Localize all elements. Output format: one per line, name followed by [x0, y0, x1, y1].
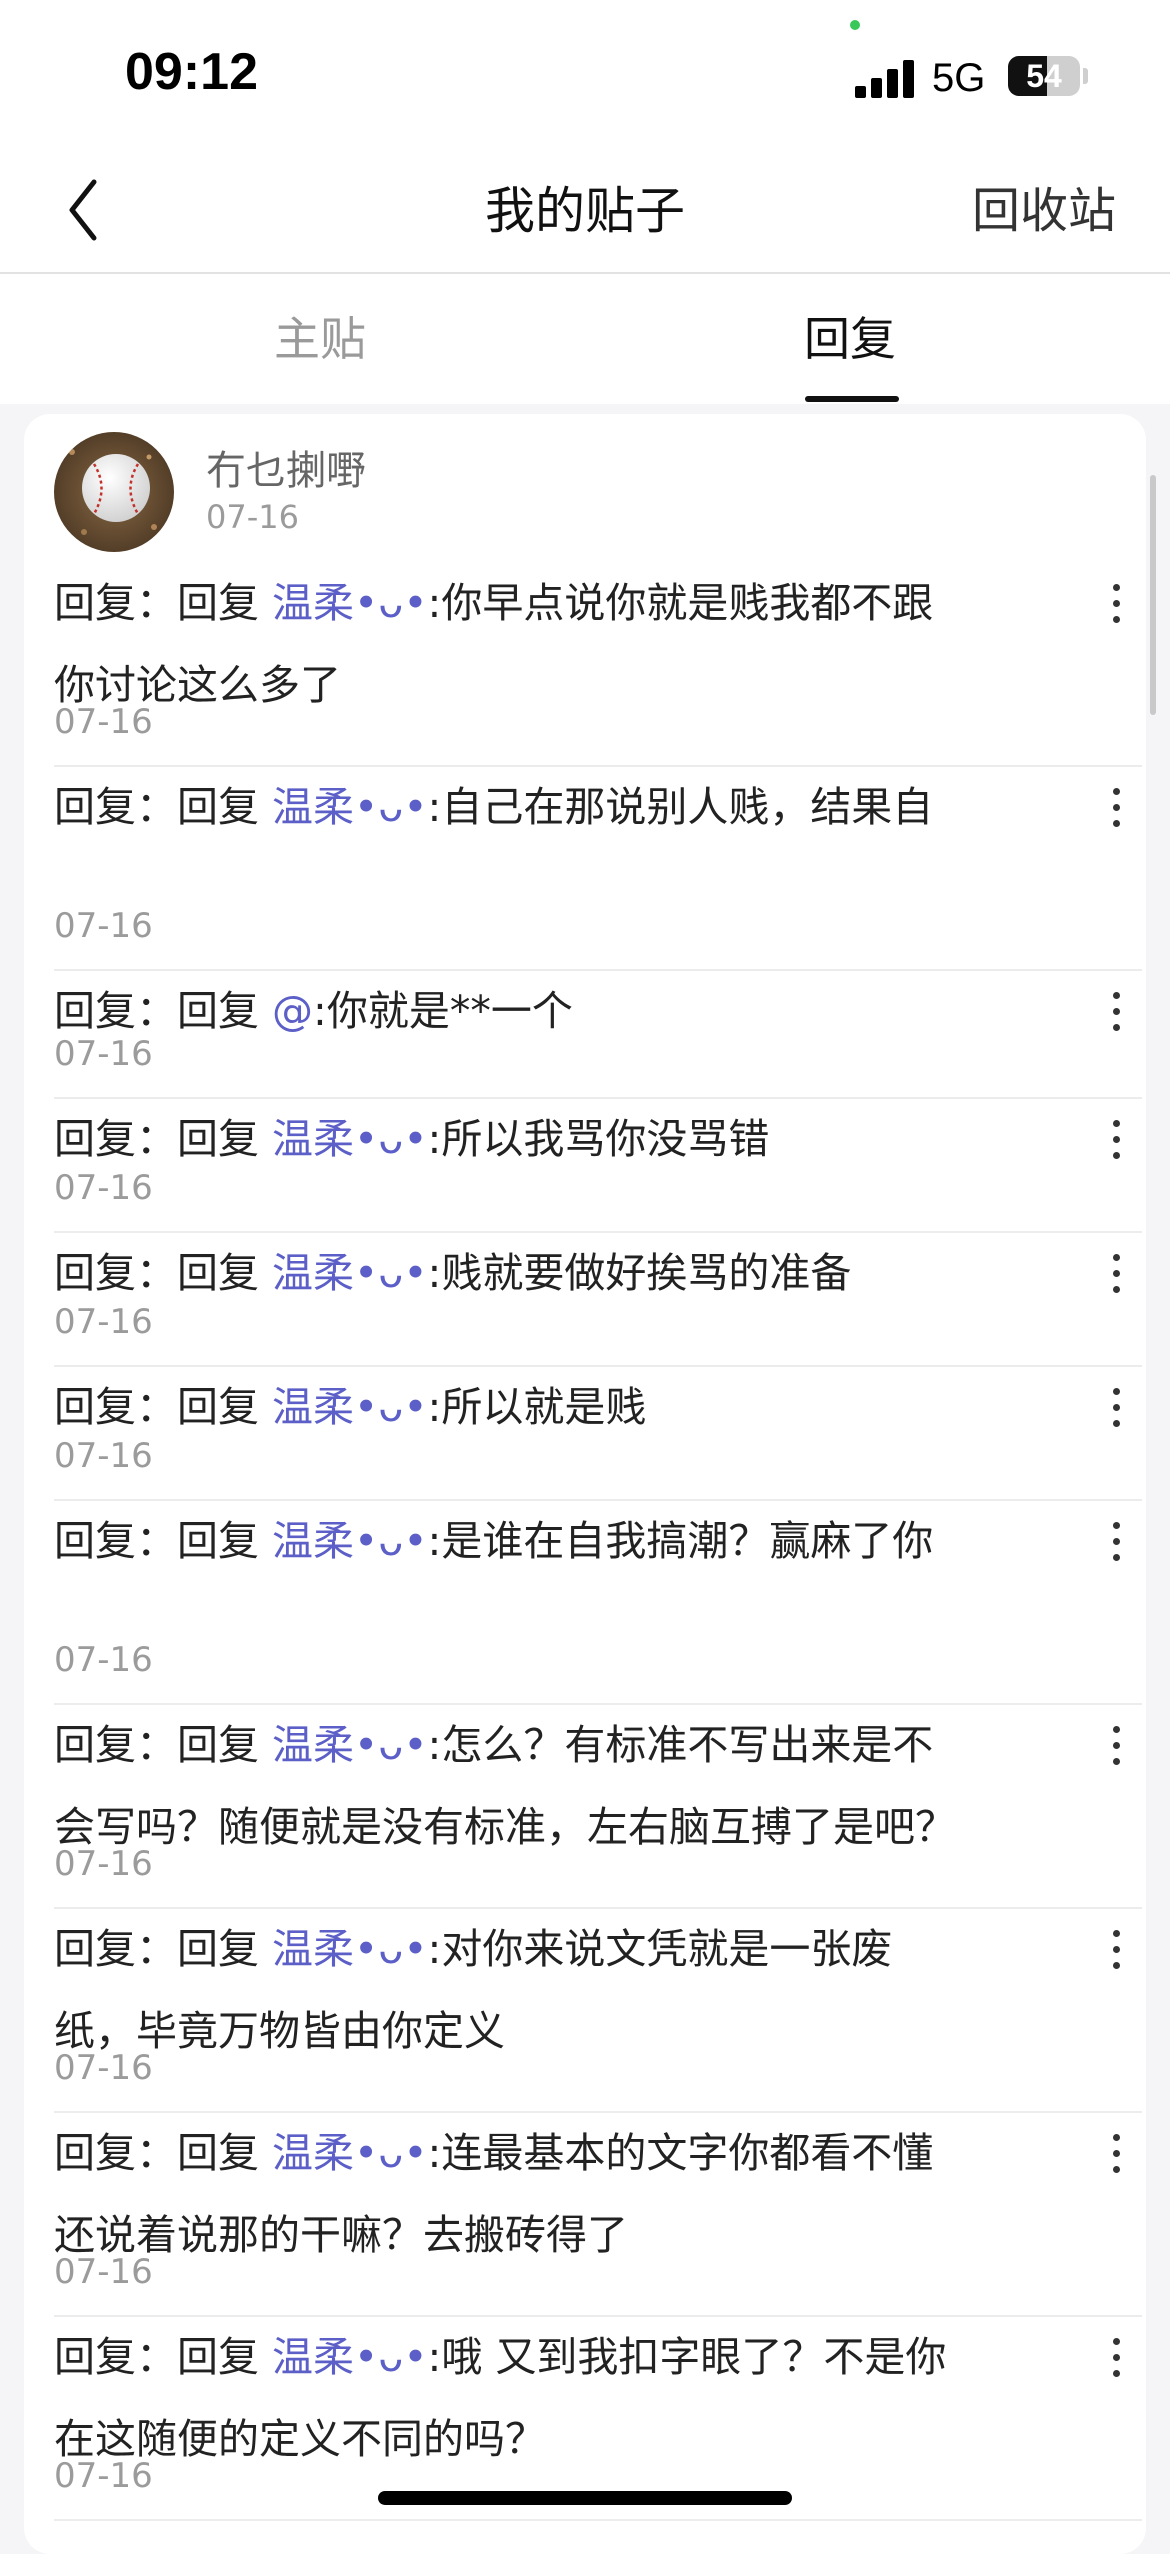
more-vertical-icon[interactable]: [1108, 1254, 1124, 1310]
reply-mention[interactable]: 温柔•ᴗ•: [272, 1721, 427, 1769]
more-vertical-icon[interactable]: [1108, 1930, 1124, 1986]
more-vertical-icon[interactable]: [1108, 1726, 1124, 1782]
reply-date: 07-16: [54, 702, 153, 742]
reply-item[interactable]: 回复：回复 温柔•ᴗ•:是谁在自我搞潮？赢麻了你 07-16: [54, 1500, 1142, 1704]
reply-mention[interactable]: 温柔•ᴗ•: [272, 1517, 427, 1565]
more-vertical-icon[interactable]: [1108, 1388, 1124, 1444]
reply-content: :所以我骂你没骂错: [427, 1115, 770, 1163]
battery-icon: 54: [1008, 56, 1080, 96]
reply-item[interactable]: 回复：回复 温柔•ᴗ•:所以我骂你没骂错 07-16: [54, 1098, 1142, 1232]
reply-prefix: 回复：回复: [54, 1721, 273, 1769]
reply-date: 07-16: [54, 1640, 153, 1680]
reply-prefix: 回复：回复: [54, 2129, 273, 2177]
scrollbar[interactable]: [1150, 475, 1156, 715]
reply-text: 回复：回复 温柔•ᴗ•:怎么？有标准不写出来是不会写吗？随便就是没有标准，左右脑…: [54, 1704, 974, 1868]
status-bar: 09:12 5G 54: [0, 0, 1170, 150]
reply-mention[interactable]: 温柔•ᴗ•: [272, 1115, 427, 1163]
more-vertical-icon[interactable]: [1108, 584, 1124, 640]
reply-mention[interactable]: 温柔•ᴗ•: [272, 2333, 427, 2381]
reply-prefix: 回复：回复: [54, 579, 273, 627]
reply-text: 回复：回复 温柔•ᴗ•:贱就要做好挨骂的准备: [54, 1232, 974, 1314]
reply-content: :自己在那说别人贱，结果自: [427, 783, 934, 831]
more-vertical-icon[interactable]: [1108, 2338, 1124, 2394]
tab-bar: 主贴 回复: [0, 274, 1170, 404]
reply-text: 回复：回复 温柔•ᴗ•:你早点说你就是贱我都不跟你讨论这么多了: [54, 562, 974, 726]
more-vertical-icon[interactable]: [1108, 2134, 1124, 2190]
reply-prefix: 回复：回复: [54, 2333, 273, 2381]
reply-text: 回复：回复 温柔•ᴗ•:所以我骂你没骂错: [54, 1098, 974, 1180]
reply-text: 回复：回复 温柔•ᴗ•:是谁在自我搞潮？赢麻了你: [54, 1500, 974, 1582]
reply-text: 回复：回复 温柔•ᴗ•:所以就是贱: [54, 1366, 974, 1448]
reply-item[interactable]: 回复：回复 温柔•ᴗ•:怎么？有标准不写出来是不会写吗？随便就是没有标准，左右脑…: [54, 1704, 1142, 1908]
reply-text: 回复：回复 @:你就是**一个: [54, 970, 974, 1052]
reply-mention[interactable]: 温柔•ᴗ•: [272, 1249, 427, 1297]
reply-prefix: 回复：回复: [54, 1115, 273, 1163]
active-tab-indicator: [805, 396, 899, 402]
reply-item[interactable]: 回复：回复 温柔•ᴗ•:你早点说你就是贱我都不跟你讨论这么多了 07-16: [54, 562, 1142, 766]
reply-prefix: 回复：回复: [54, 1383, 273, 1431]
reply-content: :所以就是贱: [427, 1383, 647, 1431]
more-vertical-icon[interactable]: [1108, 1120, 1124, 1176]
reply-prefix: 回复：回复: [54, 1249, 273, 1297]
reply-item[interactable]: 回复：回复 温柔•ᴗ•:连最基本的文字你都看不懂还说着说那的干嘛？去搬砖得了 07…: [54, 2112, 1142, 2316]
signal-icon: [855, 58, 917, 98]
author-date: 07-16: [206, 498, 299, 536]
reply-mention[interactable]: @: [272, 987, 313, 1035]
more-vertical-icon[interactable]: [1108, 992, 1124, 1048]
tab-main-posts[interactable]: 主贴: [210, 274, 430, 404]
home-indicator[interactable]: [378, 2491, 792, 2505]
tab-replies[interactable]: 回复: [740, 274, 960, 404]
privacy-indicator-dot: [850, 20, 860, 30]
reply-text: 回复：回复 温柔•ᴗ•:连最基本的文字你都看不懂还说着说那的干嘛？去搬砖得了: [54, 2112, 974, 2276]
more-vertical-icon[interactable]: [1108, 788, 1124, 844]
reply-mention[interactable]: 温柔•ᴗ•: [272, 1925, 427, 1973]
more-vertical-icon[interactable]: [1108, 1522, 1124, 1578]
reply-date: 07-16: [54, 1844, 153, 1884]
reply-mention[interactable]: 温柔•ᴗ•: [272, 783, 427, 831]
reply-item[interactable]: 回复：回复 @:你就是**一个 07-16: [54, 970, 1142, 1098]
reply-prefix: 回复：回复: [54, 987, 273, 1035]
navigation-bar: 我的贴子 回收站: [0, 150, 1170, 274]
reply-text: 回复：回复 温柔•ᴗ•:自己在那说别人贱，结果自: [54, 766, 974, 848]
baseball-avatar-image: [54, 432, 174, 552]
reply-prefix: 回复：回复: [54, 1925, 273, 1973]
reply-content: :贱就要做好挨骂的准备: [427, 1249, 852, 1297]
reply-item[interactable]: 回复：回复 温柔•ᴗ•:贱就要做好挨骂的准备 07-16: [54, 1232, 1142, 1366]
status-time: 09:12: [125, 43, 258, 101]
reply-date: 07-16: [54, 2048, 153, 2088]
reply-item[interactable]: 回复：回复 温柔•ᴗ•:自己在那说别人贱，结果自 07-16: [54, 766, 1142, 970]
reply-text: 回复：回复 温柔•ᴗ•:对你来说文凭就是一张废纸，毕竟万物皆由你定义: [54, 1908, 974, 2072]
reply-date: 07-16: [54, 2456, 153, 2496]
replies-card: 冇乜揦嘢 07-16 回复：回复 温柔•ᴗ•:你早点说你就是贱我都不跟你讨论这么…: [24, 414, 1146, 2554]
reply-item[interactable]: 回复：回复 温柔•ᴗ•:对你来说文凭就是一张废纸，毕竟万物皆由你定义 07-16: [54, 1908, 1142, 2112]
reply-prefix: 回复：回复: [54, 1517, 273, 1565]
reply-divider: [54, 2519, 1142, 2521]
reply-content: :你就是**一个: [313, 987, 573, 1035]
reply-date: 07-16: [54, 1034, 153, 1074]
recycle-bin-button[interactable]: 回收站: [972, 150, 1116, 272]
reply-content: :是谁在自我搞潮？赢麻了你: [427, 1517, 934, 1565]
chevron-left-icon: [69, 179, 97, 241]
reply-item[interactable]: 回复：回复 温柔•ᴗ•:所以就是贱 07-16: [54, 1366, 1142, 1500]
back-button[interactable]: [50, 170, 130, 250]
avatar[interactable]: [54, 432, 174, 552]
battery-level: 54: [1026, 58, 1062, 94]
reply-date: 07-16: [54, 1168, 153, 1208]
reply-mention[interactable]: 温柔•ᴗ•: [272, 1383, 427, 1431]
author-name[interactable]: 冇乜揦嘢: [206, 438, 366, 496]
reply-date: 07-16: [54, 1302, 153, 1342]
reply-item[interactable]: 回复：回复 温柔•ᴗ•:哦 又到我扣字眼了？不是你在这随便的定义不同的吗？ 07-…: [54, 2316, 1142, 2520]
reply-date: 07-16: [54, 2252, 153, 2292]
reply-text: 回复：回复 温柔•ᴗ•:哦 又到我扣字眼了？不是你在这随便的定义不同的吗？: [54, 2316, 974, 2480]
reply-mention[interactable]: 温柔•ᴗ•: [272, 2129, 427, 2177]
reply-date: 07-16: [54, 906, 153, 946]
reply-mention[interactable]: 温柔•ᴗ•: [272, 579, 427, 627]
network-type: 5G: [932, 56, 986, 100]
reply-date: 07-16: [54, 1436, 153, 1476]
reply-prefix: 回复：回复: [54, 783, 273, 831]
battery-tip: [1083, 68, 1088, 84]
